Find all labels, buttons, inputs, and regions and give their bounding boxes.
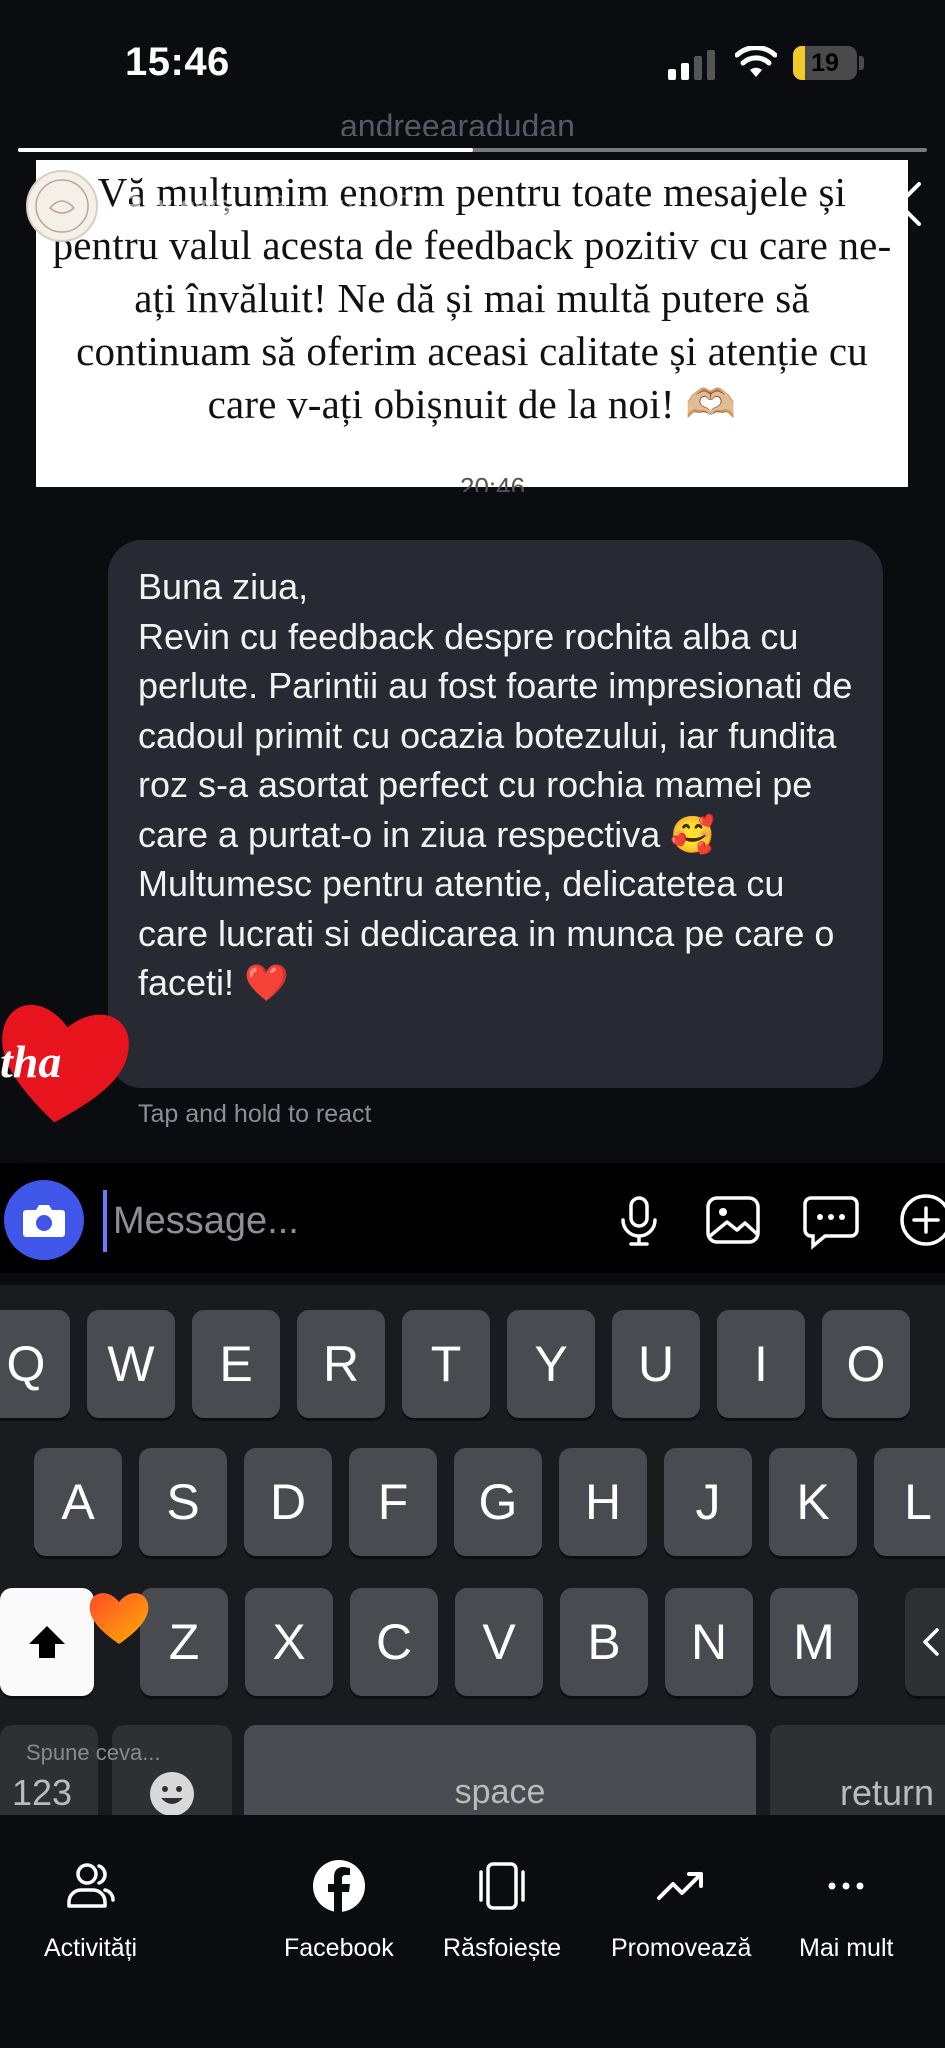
- facebook-icon: [312, 1860, 365, 1912]
- key-y[interactable]: Y: [507, 1310, 595, 1418]
- space-key-label: space: [454, 1772, 546, 1811]
- key-c[interactable]: C: [350, 1588, 438, 1696]
- message-text: Buna ziua, Revin cu feedback despre roch…: [138, 566, 853, 1003]
- key-k[interactable]: K: [769, 1448, 857, 1556]
- key-n[interactable]: N: [665, 1588, 753, 1696]
- message-bubble[interactable]: Buna ziua, Revin cu feedback despre roch…: [108, 540, 883, 1088]
- key-f[interactable]: F: [349, 1448, 437, 1556]
- wifi-icon: [735, 46, 777, 77]
- key-v[interactable]: V: [455, 1588, 543, 1696]
- nav-promoveaza[interactable]: Promovează: [611, 1858, 751, 1963]
- battery-cap: [859, 56, 864, 70]
- camera-button[interactable]: [4, 1180, 84, 1260]
- trend-up-icon: [657, 1872, 704, 1900]
- key-x[interactable]: X: [245, 1588, 333, 1696]
- nav-label: Mai mult: [799, 1934, 894, 1962]
- key-b[interactable]: B: [560, 1588, 648, 1696]
- sticker-text: tha: [0, 1036, 61, 1087]
- key-g[interactable]: G: [454, 1448, 542, 1556]
- nav-mai-mult[interactable]: Mai mult: [799, 1858, 893, 1963]
- nav-label: Activități: [44, 1934, 138, 1962]
- key-z[interactable]: Z: [140, 1588, 228, 1696]
- partial-timestamp: 20:46: [460, 472, 526, 492]
- story-progress-fill: [18, 148, 473, 152]
- numbers-key-label: 123: [11, 1772, 73, 1813]
- people-icon: [66, 1863, 115, 1908]
- emoji-icon: [150, 1772, 194, 1816]
- key-r[interactable]: R: [297, 1310, 385, 1418]
- key-a[interactable]: A: [34, 1448, 122, 1556]
- plus-icon[interactable]: [896, 1190, 945, 1250]
- cellular-signal-icon: [668, 50, 715, 80]
- delete-icon: [923, 1628, 939, 1656]
- key-t[interactable]: T: [402, 1310, 490, 1418]
- key-q[interactable]: Q: [0, 1310, 70, 1418]
- microphone-icon[interactable]: [609, 1190, 669, 1250]
- key-o[interactable]: O: [822, 1310, 910, 1418]
- story-progress-bar: [18, 148, 927, 152]
- story-avatar[interactable]: [26, 170, 98, 242]
- message-input[interactable]: [103, 1190, 595, 1252]
- key-h[interactable]: H: [559, 1448, 647, 1556]
- close-icon[interactable]: [873, 178, 925, 230]
- more-icon: [828, 1882, 864, 1890]
- key-w[interactable]: W: [87, 1310, 175, 1418]
- shift-key[interactable]: [0, 1588, 94, 1696]
- story-account-name[interactable]: Reviews: [123, 190, 231, 221]
- brand-logo-icon: [35, 179, 89, 233]
- nav-activitati[interactable]: Activități: [44, 1858, 137, 1963]
- nav-facebook[interactable]: Facebook: [284, 1858, 394, 1963]
- nav-label: Promovează: [611, 1934, 752, 1962]
- return-key-label: return: [840, 1772, 935, 1813]
- key-s[interactable]: S: [139, 1448, 227, 1556]
- key-u[interactable]: U: [612, 1310, 700, 1418]
- key-m[interactable]: M: [770, 1588, 858, 1696]
- react-hint: Tap and hold to react: [138, 1100, 372, 1128]
- key-d[interactable]: D: [244, 1448, 332, 1556]
- heart-sticker[interactable]: tha: [0, 985, 138, 1135]
- partial-username: andreearadudan: [340, 108, 575, 136]
- status-time: 15:46: [125, 40, 230, 84]
- gallery-icon[interactable]: [703, 1190, 763, 1250]
- camera-icon: [23, 1205, 65, 1237]
- nav-rasfoieste[interactable]: Răsfoiește: [443, 1858, 561, 1963]
- browse-icon: [479, 1862, 525, 1910]
- battery-icon: 19: [793, 46, 857, 80]
- shift-arrow-icon: [29, 1626, 65, 1658]
- heart-emoji-icon: [89, 1593, 149, 1644]
- nav-label: Răsfoiește: [443, 1934, 562, 1962]
- battery-percentage: 19: [811, 49, 839, 77]
- story-date: 28 august 2024: [256, 190, 443, 220]
- nav-label: Facebook: [284, 1934, 394, 1962]
- key-l[interactable]: L: [874, 1448, 945, 1556]
- key-j[interactable]: J: [664, 1448, 752, 1556]
- key-e[interactable]: E: [192, 1310, 280, 1418]
- key-i[interactable]: I: [717, 1310, 805, 1418]
- delete-key[interactable]: [905, 1588, 945, 1696]
- keyboard-hint-text: Spune ceva...: [26, 1740, 161, 1765]
- sticker-chat-icon[interactable]: [801, 1190, 861, 1250]
